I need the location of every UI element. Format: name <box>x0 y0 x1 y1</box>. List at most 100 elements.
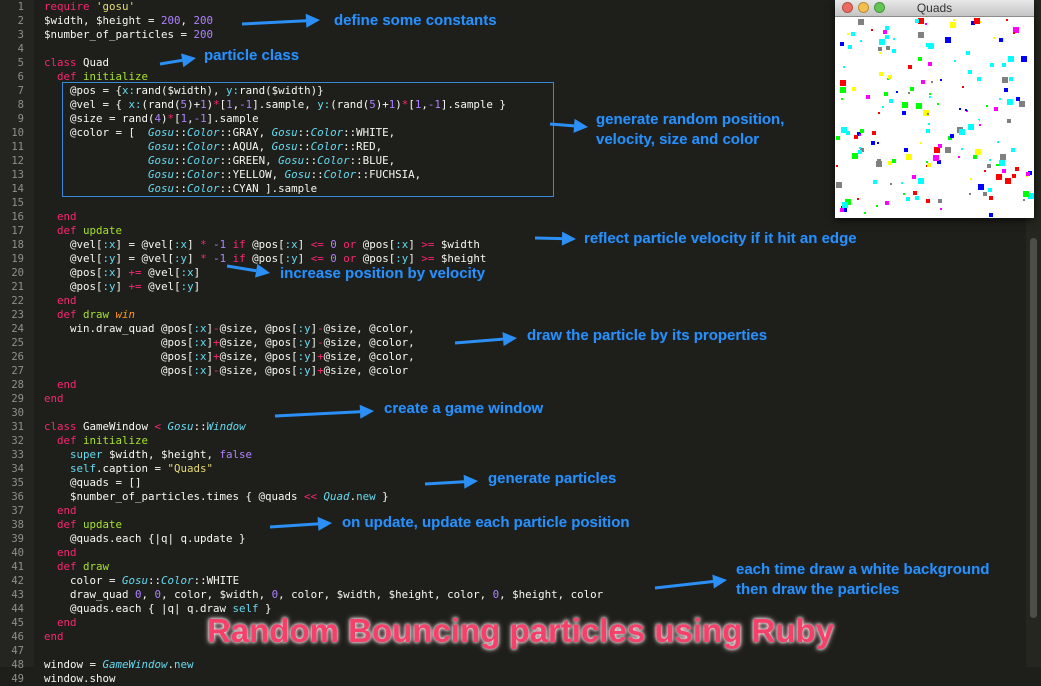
code-token: :y <box>102 280 116 293</box>
particle <box>1023 191 1029 197</box>
code-token: end <box>57 378 77 391</box>
line-number: 29 <box>11 393 24 405</box>
code-token: :y <box>297 336 311 349</box>
code-line: $width, $height = 200, 200 <box>44 14 213 28</box>
code-token: , $height, color <box>499 588 604 601</box>
annotation-label: create a game window <box>384 400 544 417</box>
particle <box>953 19 955 21</box>
code-token: end <box>57 210 77 223</box>
particle <box>841 98 843 100</box>
particle <box>926 161 928 163</box>
particle <box>994 107 998 111</box>
particle <box>885 26 889 30</box>
code-token: draw <box>83 308 116 321</box>
code-token: >= <box>421 238 435 251</box>
arrow-icon <box>534 231 576 246</box>
code-token: , <box>180 14 194 27</box>
code-token: :x <box>193 322 207 335</box>
particle <box>896 200 902 206</box>
line-number: 32 <box>11 435 24 447</box>
code-token: @quads.each {|q| q.update } <box>44 532 246 545</box>
particle <box>886 46 890 50</box>
code-token: win.draw_quad @pos[ <box>44 322 194 335</box>
code-token: "Quads" <box>167 462 214 475</box>
particle <box>882 106 884 108</box>
particle <box>929 96 931 98</box>
particle <box>854 135 858 139</box>
code-line: end <box>44 392 64 406</box>
page-title: Random Bouncing particles using Ruby <box>206 612 835 649</box>
code-token: :x <box>193 350 207 363</box>
window-titlebar[interactable]: Quads <box>835 0 1034 17</box>
code-token: def <box>57 560 84 573</box>
code-token: :x <box>193 364 207 377</box>
code-line: win.draw_quad @pos[:x]-@size, @pos[:y]-@… <box>44 322 415 336</box>
line-number: 39 <box>11 533 24 545</box>
line-number: 24 <box>11 323 24 335</box>
particle <box>970 178 972 180</box>
arrow-icon <box>159 53 196 68</box>
particle <box>930 146 934 150</box>
code-token: @vel[ <box>44 238 103 251</box>
annotation-label: then draw the particles <box>736 581 900 598</box>
code-token: @quads = [] <box>44 476 142 489</box>
code-token: :x <box>102 266 116 279</box>
code-token: ] <box>408 238 422 251</box>
code-token: :y <box>102 252 116 265</box>
particle <box>950 22 956 28</box>
code-token: new <box>174 658 194 671</box>
particle <box>892 159 896 163</box>
particle <box>902 154 906 158</box>
code-token: , color, $width, $height, color, <box>278 588 493 601</box>
code-line: def update <box>44 518 122 532</box>
line-number: 49 <box>11 673 24 685</box>
annotation-label: increase position by velocity <box>280 265 486 282</box>
particle <box>1019 101 1025 107</box>
particle <box>937 103 939 105</box>
particle <box>913 95 915 97</box>
particle <box>904 148 908 152</box>
particle <box>888 75 892 79</box>
code-token: @vel[ <box>44 252 103 265</box>
code-token: ] <box>187 238 201 251</box>
code-line: window.show <box>44 672 116 686</box>
particle <box>1008 56 1014 62</box>
particle <box>968 70 972 74</box>
particle <box>984 170 986 172</box>
quads-window[interactable]: Quads <box>835 0 1034 218</box>
code-token: def <box>57 518 84 531</box>
particle <box>893 38 895 40</box>
line-number: 15 <box>11 197 24 209</box>
code-token: :y <box>395 252 409 265</box>
particle <box>876 205 878 207</box>
annotation-label: draw the particle by its properties <box>527 327 768 344</box>
code-token: Gosu <box>167 420 194 433</box>
code-line: class GameWindow < Gosu::Window <box>44 420 246 434</box>
particle <box>892 49 896 53</box>
code-token: += <box>128 266 142 279</box>
particle <box>1026 172 1030 176</box>
code-token: def <box>57 434 84 447</box>
code-token: :x <box>284 238 298 251</box>
annotation-label: velocity, size and color <box>596 131 760 148</box>
code-token: ] <box>297 252 311 265</box>
particle <box>959 129 965 135</box>
particle <box>928 123 930 125</box>
particle <box>1016 97 1020 101</box>
code-token: ] <box>115 266 129 279</box>
particle <box>1015 167 1019 171</box>
code-token: @pos[ <box>44 350 194 363</box>
scrollbar-thumb[interactable] <box>1030 238 1037 618</box>
code-token: draw_quad <box>44 588 136 601</box>
line-number: 35 <box>11 477 24 489</box>
particle <box>1023 199 1025 201</box>
window-title: Quads <box>916 1 953 15</box>
code-line: @vel[:x] = @vel[:x] * -1 if @pos[:x] <= … <box>44 238 480 252</box>
arrow-icon <box>274 404 374 419</box>
code-line: end <box>44 294 77 308</box>
